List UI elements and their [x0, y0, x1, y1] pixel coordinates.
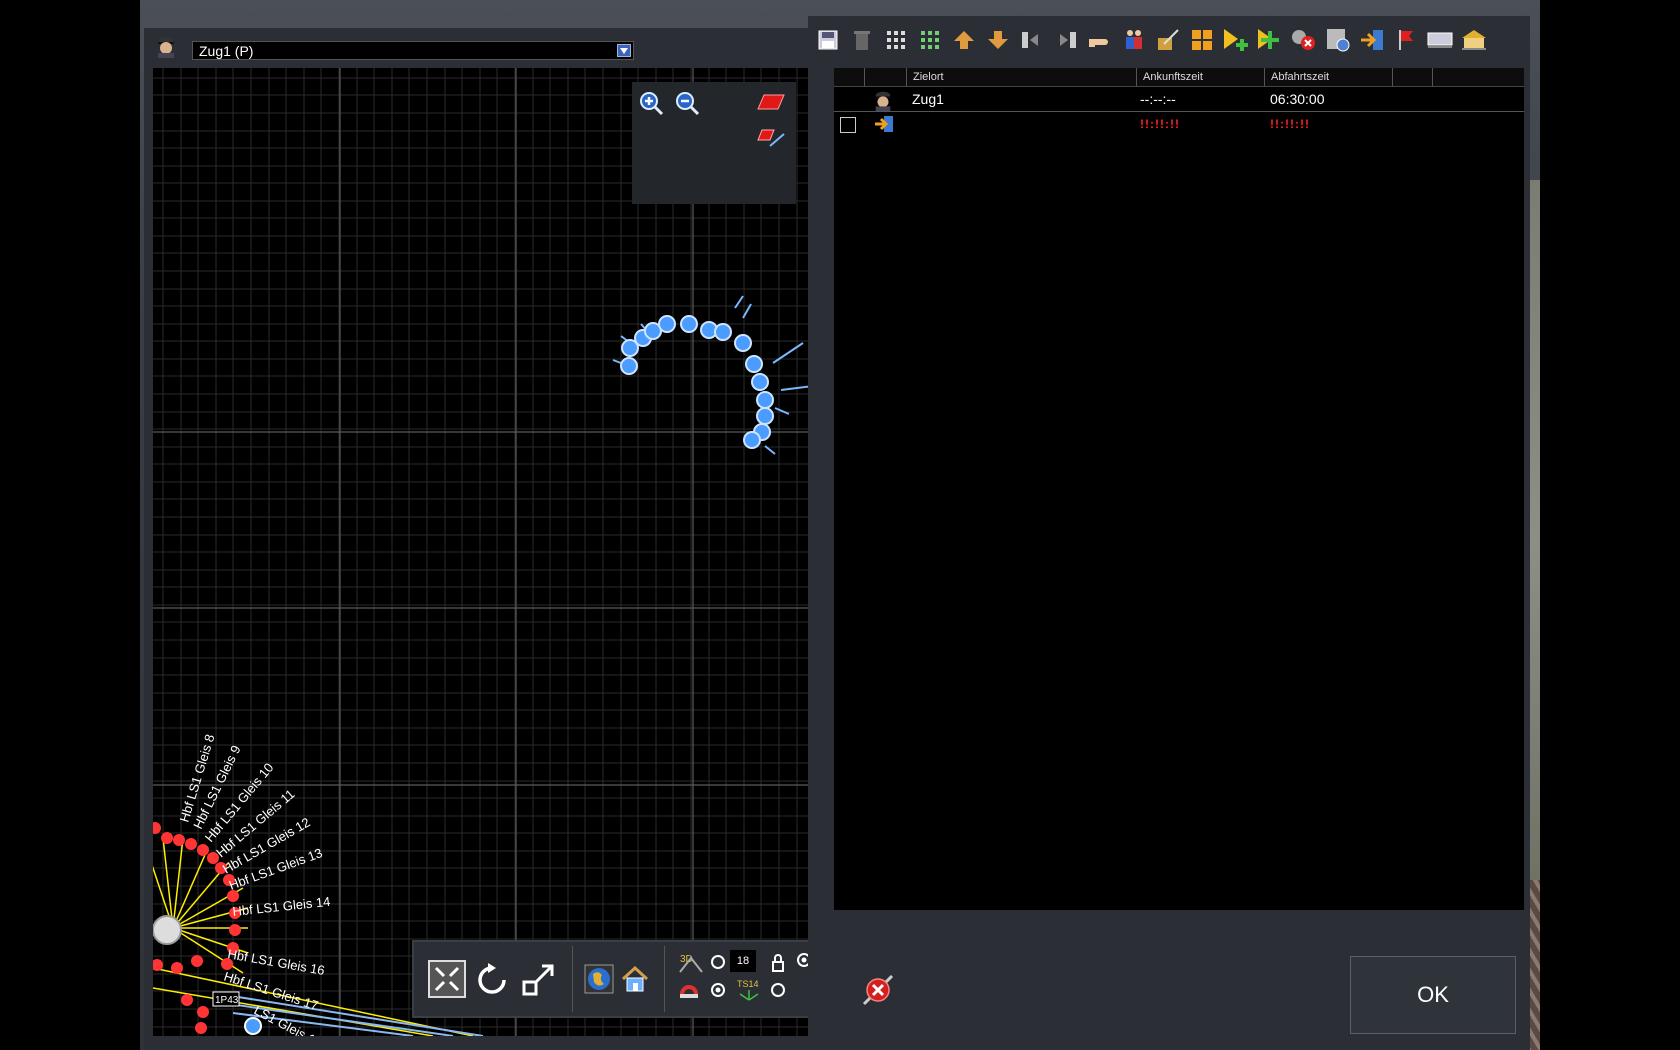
col-extra2-header — [1432, 68, 1482, 86]
home-icon[interactable] — [620, 964, 650, 994]
add-green-icon[interactable] — [1256, 26, 1284, 54]
toolbar-separator — [572, 946, 573, 1012]
zoom-controls — [632, 82, 796, 204]
table-row[interactable]: !!:!!:!! !!:!!:!! — [834, 112, 1524, 136]
3d-view-icon[interactable]: 3D — [678, 952, 704, 974]
import-icon — [875, 116, 893, 132]
magnet-icon[interactable] — [678, 980, 704, 1002]
block-label: 1P43 — [215, 995, 239, 1006]
col-destination-header[interactable]: Zielort — [906, 68, 1136, 86]
ts-axes-icon[interactable]: TS14 — [736, 978, 762, 1002]
map-canvas[interactable]: 1P43 Hbf LS1 Gleis 8 Hbf LS1 Gleis 9 Hbf… — [153, 68, 808, 1036]
rail-icon[interactable] — [1426, 26, 1454, 54]
grid-icon[interactable] — [882, 26, 910, 54]
zoom-out-icon[interactable] — [674, 90, 700, 116]
eraser-red-icon[interactable] — [756, 92, 786, 112]
puzzle-icon[interactable] — [1188, 26, 1216, 54]
eraser-pen-icon[interactable] — [756, 126, 786, 150]
track-labels: Hbf LS1 Gleis 8 Hbf LS1 Gleis 9 Hbf LS1 … — [177, 732, 332, 1036]
radio-3d[interactable] — [710, 954, 726, 970]
flag-icon[interactable] — [1392, 26, 1420, 54]
toolbar-separator — [664, 946, 665, 1012]
departure-cell: !!:!!:!! — [1270, 117, 1310, 131]
map-header: Zug1 (P) — [144, 28, 830, 64]
arrival-cell: --:--:-- — [1140, 91, 1176, 107]
train-select-dropdown[interactable]: Zug1 (P) — [192, 41, 634, 60]
import-icon[interactable] — [1358, 26, 1386, 54]
edit-icon[interactable] — [1154, 26, 1182, 54]
hand-pointer-icon[interactable] — [1086, 26, 1114, 54]
radio-magnet[interactable] — [710, 982, 726, 998]
resize-icon[interactable] — [522, 962, 556, 996]
ts-label: TS14 — [737, 979, 759, 989]
ok-button[interactable]: OK — [1350, 956, 1516, 1034]
lock-icon[interactable] — [770, 954, 786, 972]
zoom-in-icon[interactable] — [638, 90, 664, 116]
table-header: Zielort Ankunftszeit Abfahrtszeit — [834, 68, 1524, 87]
driver-icon — [158, 37, 174, 58]
track-label: Hbf LS1 Gleis 14 — [232, 894, 331, 919]
move-down-icon[interactable] — [984, 26, 1012, 54]
left-black-border — [0, 0, 140, 1050]
col-icon-header — [864, 68, 906, 86]
col-checkbox-header — [834, 68, 864, 86]
timetable-panel: Zielort Ankunftszeit Abfahrtszeit Zug1 -… — [808, 16, 1530, 1050]
rotate-icon[interactable] — [474, 962, 510, 998]
row-checkbox[interactable] — [840, 117, 856, 133]
save-icon[interactable] — [814, 26, 842, 54]
timetable-table[interactable]: Zielort Ankunftszeit Abfahrtszeit Zug1 -… — [834, 68, 1524, 910]
route-map[interactable]: 1P43 Hbf LS1 Gleis 8 Hbf LS1 Gleis 9 Hbf… — [153, 68, 808, 1036]
globe-icon[interactable] — [584, 964, 614, 994]
settings-icon[interactable] — [1324, 26, 1352, 54]
passengers-icon[interactable] — [1120, 26, 1148, 54]
split-right-icon[interactable] — [1052, 26, 1080, 54]
dropdown-arrow-icon[interactable] — [617, 44, 631, 57]
grid-green-icon[interactable] — [916, 26, 944, 54]
split-left-icon[interactable] — [1018, 26, 1046, 54]
col-extra-header — [1392, 68, 1432, 86]
fit-view-icon[interactable] — [428, 960, 466, 998]
col-departure-header[interactable]: Abfahrtszeit — [1264, 68, 1392, 86]
right-black-border — [1540, 0, 1680, 1050]
map-bottom-toolbar: 3D 18 TS14 — [412, 940, 824, 1018]
radio-ts[interactable] — [770, 982, 786, 998]
dialog-footer: OK — [834, 924, 1524, 1042]
driver-icon — [875, 91, 891, 111]
trash-icon[interactable] — [848, 26, 876, 54]
timetable-toolbar — [808, 20, 1530, 62]
departure-cell: 06:30:00 — [1270, 91, 1325, 107]
speed-value-box[interactable]: 18 — [730, 950, 756, 972]
col-arrival-header[interactable]: Ankunftszeit — [1136, 68, 1264, 86]
station-icon[interactable] — [1460, 26, 1488, 54]
move-up-icon[interactable] — [950, 26, 978, 54]
table-row[interactable]: Zug1 --:--:-- 06:30:00 — [834, 87, 1524, 112]
add-yellow-icon[interactable] — [1222, 26, 1250, 54]
cancel-icon[interactable] — [860, 972, 896, 1008]
remove-red-icon[interactable] — [1290, 26, 1318, 54]
arrival-cell: !!:!!:!! — [1140, 117, 1180, 131]
destination-cell: Zug1 — [912, 91, 944, 107]
train-select-value: Zug1 (P) — [199, 43, 254, 59]
